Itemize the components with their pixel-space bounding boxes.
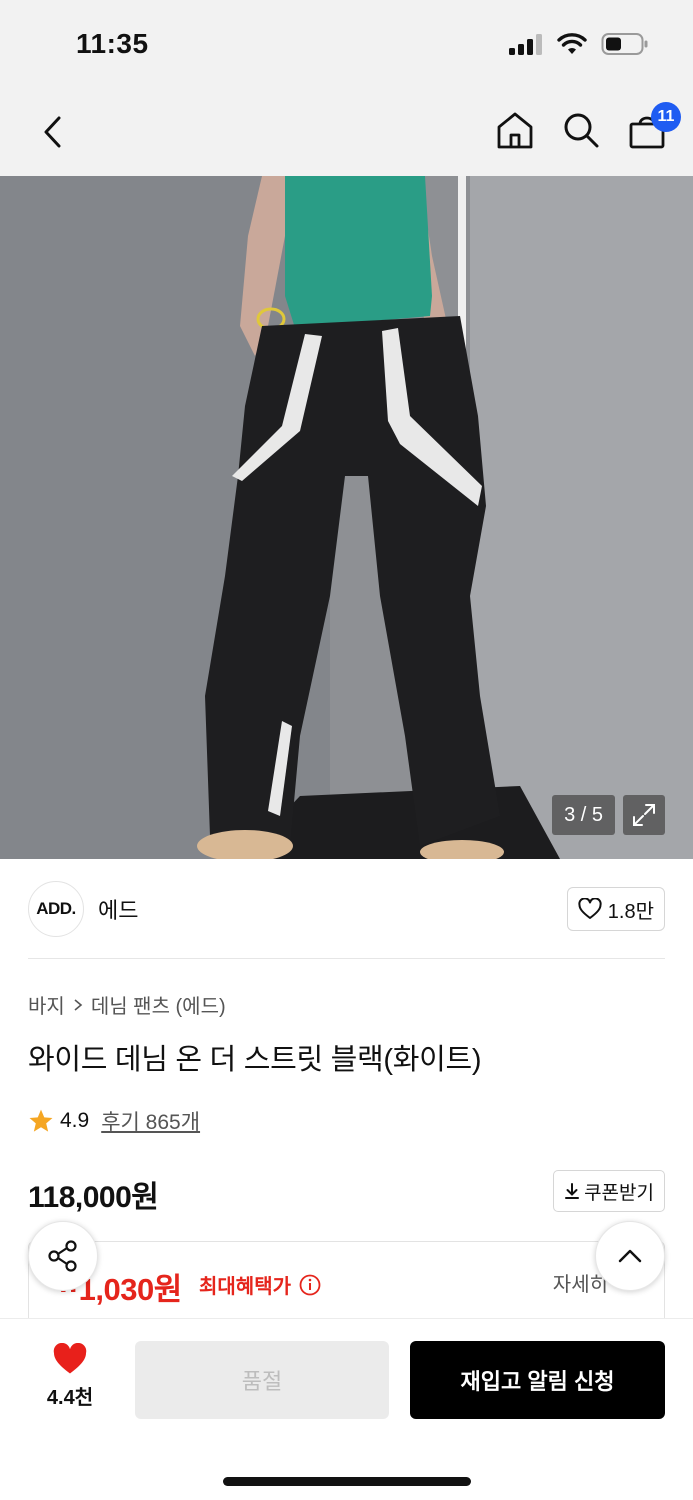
battery-icon: [601, 33, 648, 55]
divider: [28, 958, 665, 959]
scroll-top-button[interactable]: [595, 1221, 665, 1291]
status-time: 11:35: [76, 28, 149, 59]
home-indicator: [223, 1477, 471, 1486]
chevron-up-icon: [618, 1249, 642, 1263]
coupon-label: 쿠폰받기: [584, 1182, 654, 1204]
back-button[interactable]: [30, 110, 74, 154]
product-photo: [0, 176, 693, 859]
cart-count-badge: 11: [651, 102, 681, 132]
search-icon: [564, 113, 599, 148]
expand-icon: [633, 804, 655, 826]
breadcrumb-subcategory[interactable]: 데님 팬츠 (에드): [91, 990, 226, 1019]
coupon-button[interactable]: 쿠폰받기: [553, 1170, 665, 1212]
star-icon: [29, 1109, 53, 1132]
nav-actions: 11: [493, 102, 681, 154]
bottom-action-bar: 4.4천 품절 재입고 알림 신청: [0, 1318, 693, 1500]
brand-like-button[interactable]: 1.8만: [566, 887, 665, 931]
product-title: 와이드 데님 온 더 스트릿 블랙(화이트): [28, 1044, 482, 1076]
heart-filled-icon: [53, 1343, 87, 1374]
wishlist-count: 4.4천: [46, 1387, 94, 1409]
share-button[interactable]: [28, 1221, 98, 1291]
chevron-left-icon: [44, 116, 61, 148]
rating-row: 4.9 후기 865개: [28, 1106, 200, 1136]
image-counter: 3 / 5: [552, 795, 615, 835]
brand-row: ADD. 에드 1.8만: [28, 880, 665, 938]
breadcrumb-category[interactable]: 바지: [28, 990, 65, 1019]
brand-name[interactable]: 에드: [98, 893, 138, 925]
wishlist-button[interactable]: 4.4천: [28, 1343, 112, 1410]
download-icon: [565, 1183, 580, 1199]
product-image-carousel[interactable]: 3 / 5: [0, 176, 693, 859]
info-icon[interactable]: [299, 1274, 321, 1296]
cart-button[interactable]: 11: [625, 102, 681, 154]
top-nav-bar: 11: [0, 88, 693, 176]
breadcrumb: 바지 데님 팬츠 (에드): [28, 990, 226, 1019]
share-icon: [48, 1240, 77, 1272]
product-price: 118,000원: [28, 1181, 159, 1214]
review-count-link[interactable]: 후기 865개: [101, 1106, 200, 1136]
restock-alert-button[interactable]: 재입고 알림 신청: [410, 1341, 665, 1419]
soldout-button[interactable]: 품절: [135, 1341, 389, 1419]
wifi-icon: [557, 33, 587, 54]
cellular-signal-icon: [509, 34, 542, 55]
rating-score: 4.9: [60, 1109, 90, 1132]
benefit-label: 최대혜택가: [199, 1270, 321, 1299]
search-button[interactable]: [559, 106, 603, 154]
home-button[interactable]: [493, 106, 537, 154]
status-icons: [509, 32, 649, 56]
brand-logo[interactable]: ADD.: [28, 881, 84, 937]
fullscreen-button[interactable]: [623, 795, 665, 835]
heart-outline-icon: [578, 898, 602, 919]
status-bar: 11:35: [0, 0, 693, 88]
chevron-right-icon: [74, 998, 83, 1011]
benefit-label-text: 최대혜택가: [199, 1276, 291, 1298]
home-icon: [497, 112, 533, 149]
brand-like-count: 1.8만: [607, 900, 654, 923]
